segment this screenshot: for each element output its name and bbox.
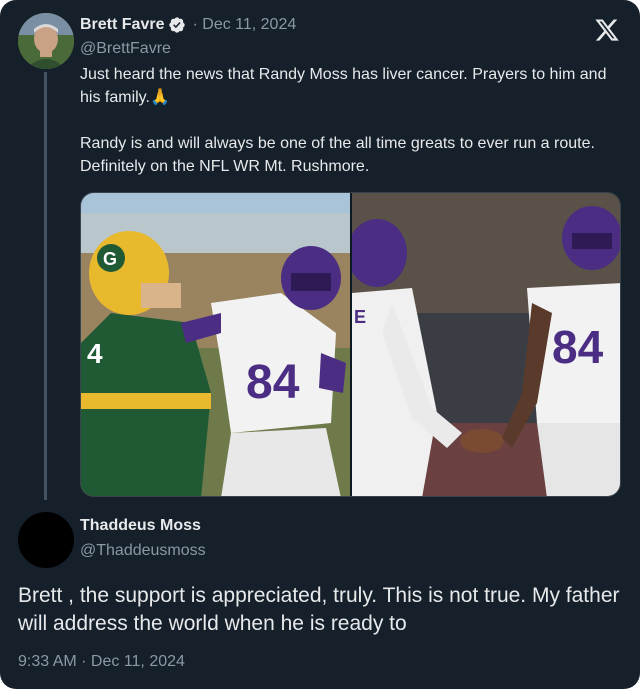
tweet-date[interactable]: · Dec 11, 2024 <box>192 16 296 34</box>
jersey-number: 84 <box>552 321 604 373</box>
reply-timestamp[interactable]: 9:33 AM · Dec 11, 2024 <box>18 653 185 671</box>
tweet-body: Just heard the news that Randy Moss has … <box>80 63 625 178</box>
x-logo-icon[interactable] <box>594 17 620 43</box>
reply-author-handle[interactable]: @Thaddeusmoss <box>80 542 206 560</box>
tweet-media[interactable]: G 4 84 E 84 <box>80 192 621 497</box>
photo-packers-vikings-players[interactable]: G 4 84 <box>81 193 350 497</box>
tweet-paragraph: Just heard the news that Randy Moss has … <box>80 66 607 106</box>
author-handle[interactable]: @BrettFavre <box>80 40 171 58</box>
author-name[interactable]: Brett Favre <box>80 16 164 34</box>
verified-badge-icon <box>169 17 186 33</box>
reply-author-name[interactable]: Thaddeus Moss <box>80 517 201 535</box>
author-row: Brett Favre · Dec 11, 2024 <box>80 14 296 36</box>
avatar-thaddeus-moss[interactable] <box>18 512 74 568</box>
svg-text:4: 4 <box>87 338 103 369</box>
thread-connector-line <box>44 72 47 500</box>
jersey-number: 84 <box>246 356 300 409</box>
avatar-brett-favre[interactable] <box>18 13 74 69</box>
svg-text:G: G <box>103 249 117 269</box>
svg-text:E: E <box>354 307 366 327</box>
avatar-image <box>18 13 74 69</box>
tweet-paragraph: Randy is and will always be one of the a… <box>80 135 595 175</box>
reply-body: Brett , the support is appreciated, trul… <box>18 584 620 635</box>
tweet-card: Brett Favre · Dec 11, 2024 @BrettFavre J… <box>0 0 640 689</box>
photo-vikings-handshake[interactable]: E 84 <box>352 193 621 497</box>
